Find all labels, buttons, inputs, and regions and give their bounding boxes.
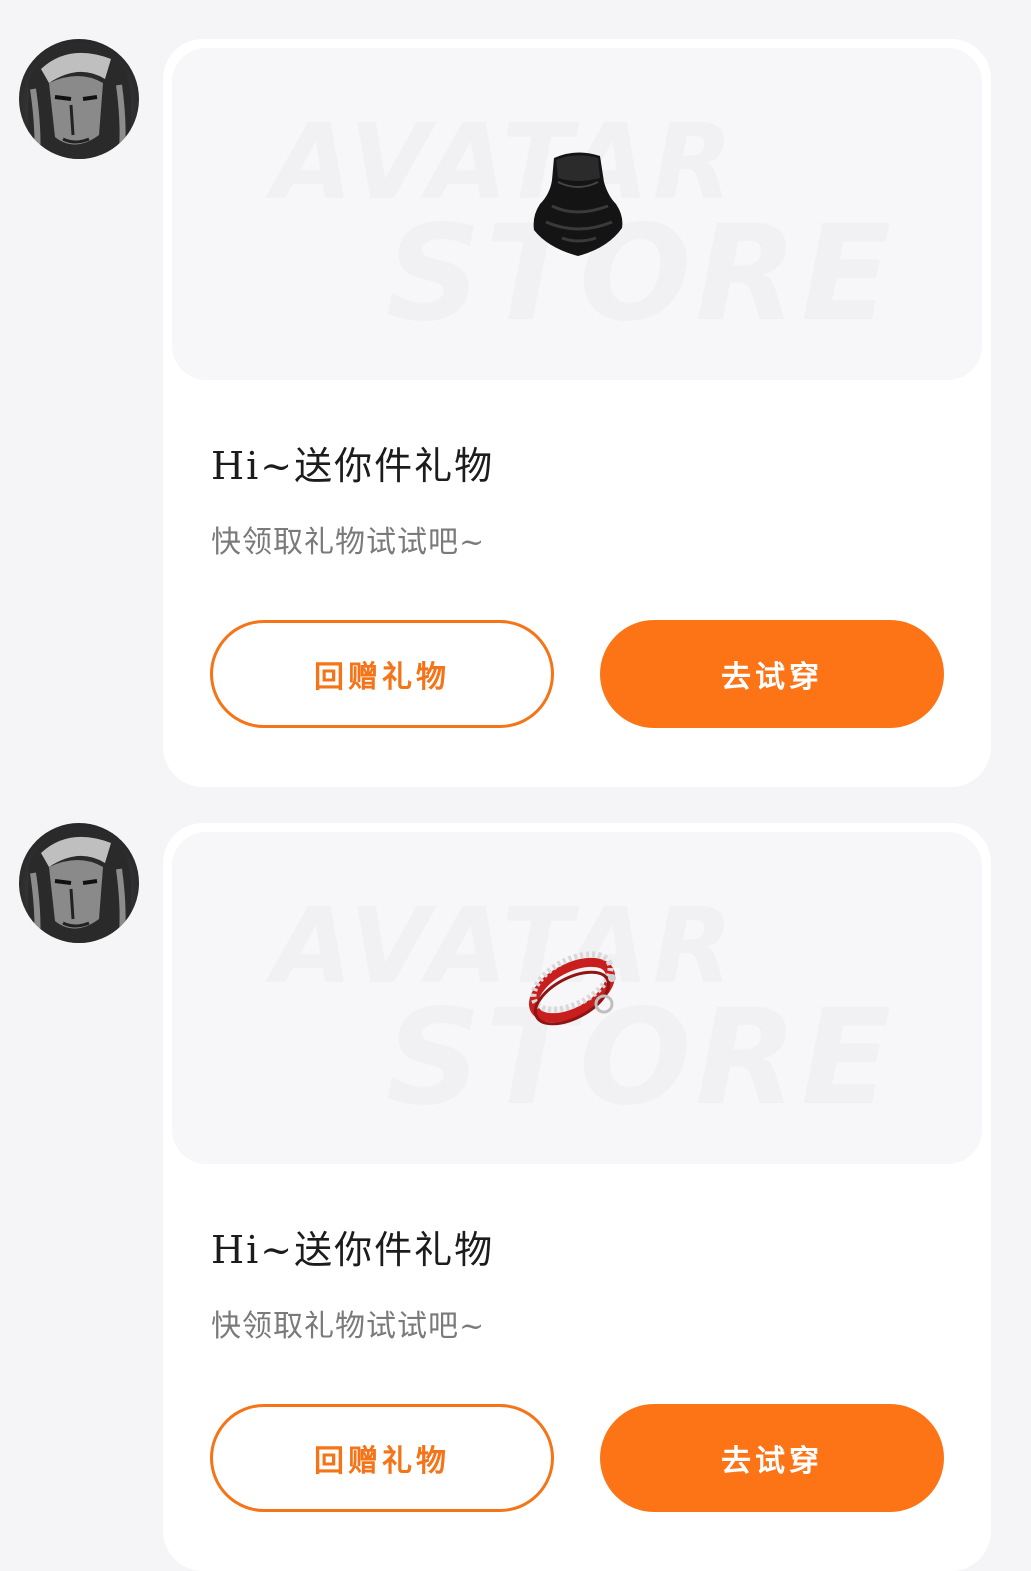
gift-banner: AVATAR STORE [172,832,982,1164]
return-gift-button[interactable]: 回赠礼物 [210,620,554,728]
sender-avatar[interactable] [19,39,139,159]
gift-card: AVATAR STORE Hi~送你件礼物 快领取礼物试试吧~ 回赠礼物 去试穿 [163,39,991,787]
gift-title: Hi~送你件礼物 [211,1228,495,1272]
black-face-mask-icon [533,152,623,256]
red-studded-bracelet-icon [529,951,616,1026]
avatar-portrait-icon [27,828,131,943]
gift-title: Hi~送你件礼物 [211,444,495,488]
return-gift-button[interactable]: 回赠礼物 [210,1404,554,1512]
avatar-portrait-icon [27,44,131,159]
gift-card: AVATAR STORE Hi~送你件礼物 快领取礼物试试吧~ 回赠礼物 去试穿 [163,823,991,1571]
try-on-button[interactable]: 去试穿 [600,1404,944,1512]
gift-subtitle: 快领取礼物试试吧~ [211,525,486,560]
gift-subtitle: 快领取礼物试试吧~ [211,1309,486,1344]
gift-banner: AVATAR STORE [172,48,982,380]
try-on-button[interactable]: 去试穿 [600,620,944,728]
sender-avatar[interactable] [19,823,139,943]
